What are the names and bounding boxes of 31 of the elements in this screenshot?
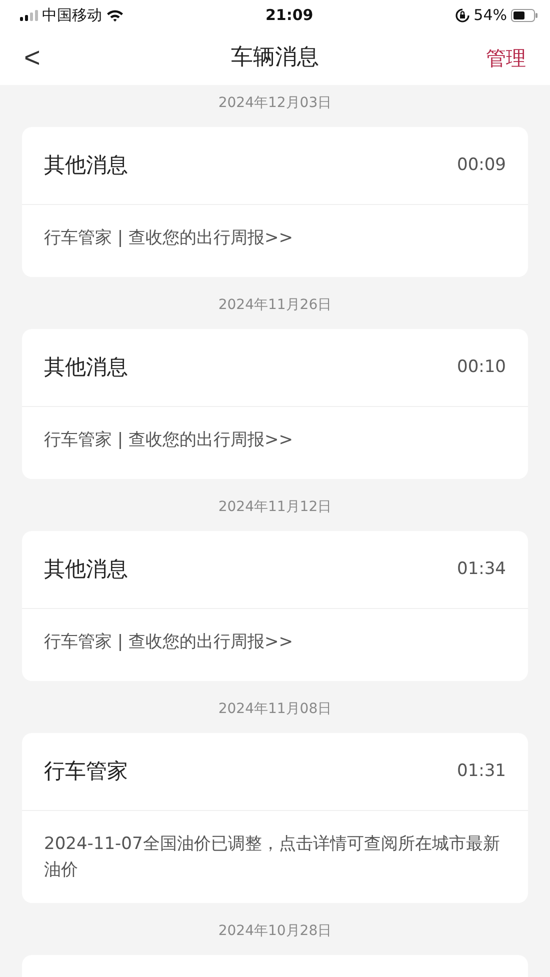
message-title: 其他消息 <box>44 556 128 583</box>
message-card[interactable]: 行车管家 01:31 2024-11-07全国油价已调整，点击详情可查阅所在城市最新油价 <box>22 733 528 903</box>
battery-icon <box>511 8 538 22</box>
message-title: 其他消息 <box>44 354 128 381</box>
message-text: 2024-11-07全国油价已调整，点击详情可查阅所在城市最新油价 <box>44 834 500 880</box>
manage-button[interactable]: 管理 <box>486 42 526 72</box>
message-card[interactable]: 其他消息 01:34 行车管家 | 查收您的出行周报>> <box>22 531 528 681</box>
rotation-lock-icon <box>454 8 470 22</box>
date-label: 2024年11月08日 <box>218 701 332 717</box>
battery-percent: 54% <box>474 4 507 26</box>
carrier-name: 中国移动 <box>42 4 102 26</box>
date-label: 2024年10月28日 <box>218 923 332 939</box>
message-text: 行车管家 | 查收您的出行周报>> <box>44 228 294 248</box>
page-title: 车辆消息 <box>231 44 319 72</box>
wifi-icon <box>106 8 124 22</box>
signal-icon <box>20 10 38 20</box>
date-label: 2024年11月26日 <box>218 297 332 313</box>
message-card[interactable]: 其他消息 00:10 行车管家 | 查收您的出行周报>> <box>22 329 528 479</box>
date-label: 2024年11月12日 <box>218 499 332 515</box>
message-time: 00:10 <box>457 356 506 379</box>
date-label: 2024年12月03日 <box>218 95 332 111</box>
message-time: 01:31 <box>457 760 506 783</box>
back-button[interactable]: < <box>16 44 48 72</box>
message-text: 行车管家 | 查收您的出行周报>> <box>44 632 294 652</box>
message-time: 01:34 <box>457 558 506 581</box>
status-time: 21:09 <box>265 4 314 26</box>
message-time: 00:09 <box>457 154 506 177</box>
message-title: 其他消息 <box>44 152 128 179</box>
message-card[interactable]: 其他消息 00:09 行车管家 | 查收您的出行周报>> <box>22 127 528 277</box>
message-text: 行车管家 | 查收您的出行周报>> <box>44 430 294 450</box>
message-title: 行车管家 <box>44 758 128 785</box>
